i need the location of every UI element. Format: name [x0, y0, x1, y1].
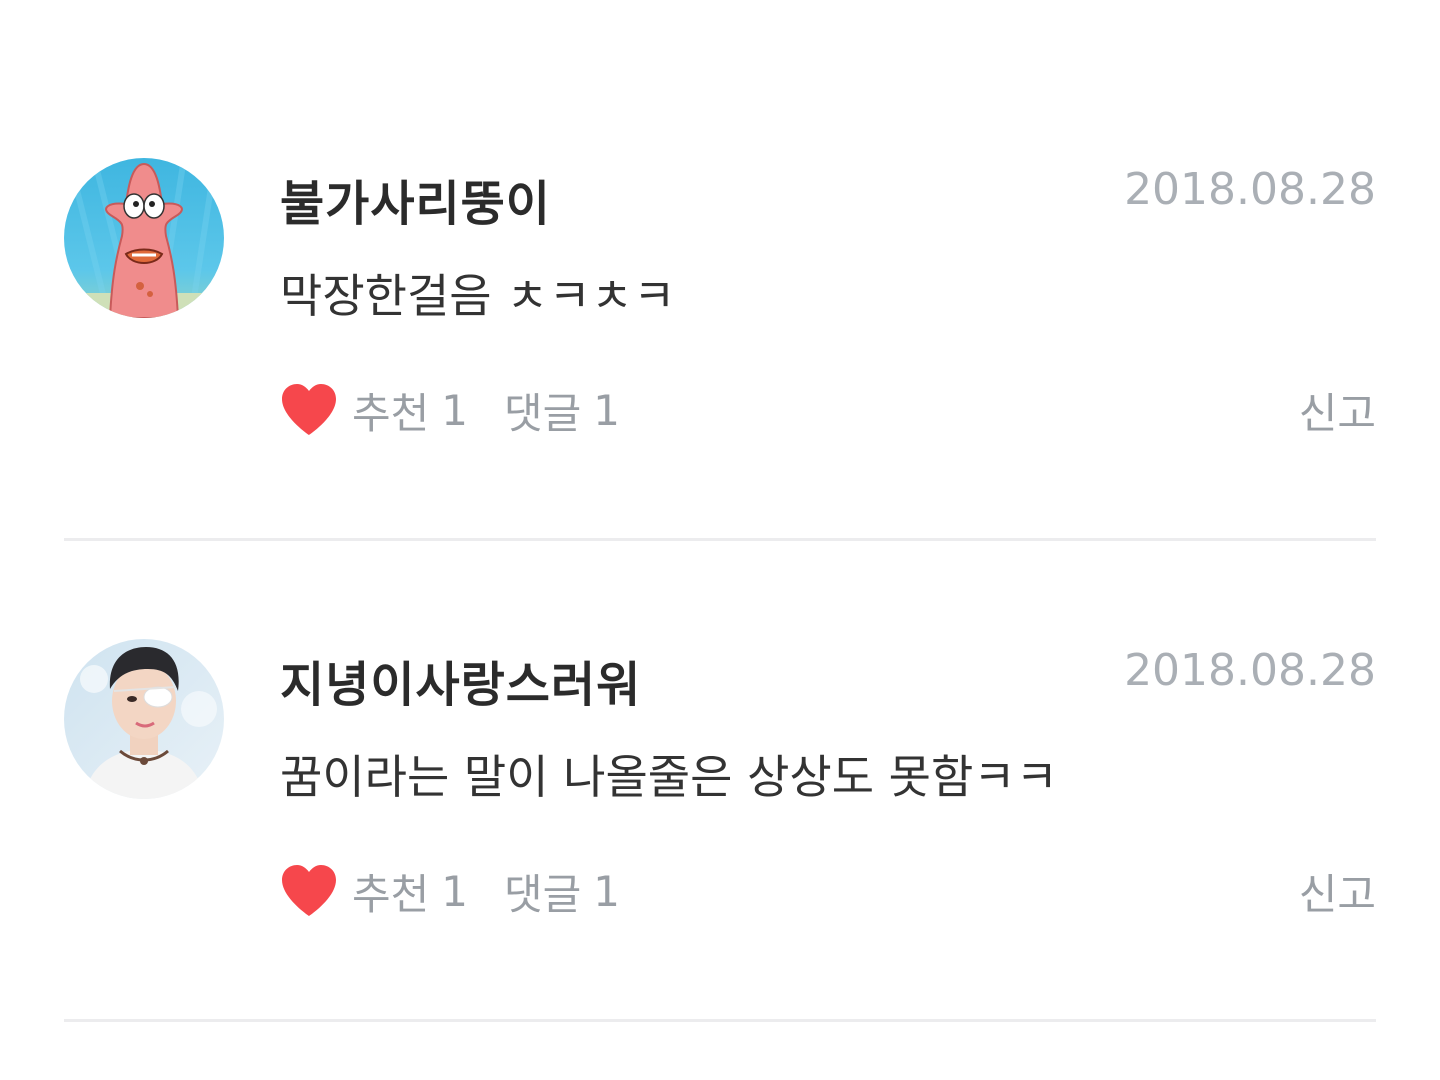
comment-text: 꿈이라는 말이 나올줄은 상상도 못함ㅋㅋ [280, 750, 1058, 804]
divider [64, 1019, 1376, 1022]
report-button[interactable]: 신고 [1299, 861, 1376, 922]
reply-button[interactable]: 댓글 1 [504, 380, 620, 441]
like-count: 1 [441, 385, 469, 435]
user-nickname[interactable]: 지녕이사랑스러워 [280, 645, 641, 715]
reply-label: 댓글 [504, 869, 582, 919]
like-count: 1 [441, 866, 469, 916]
like-button[interactable]: 추천 [352, 380, 429, 441]
comment-item: 지녕이사랑스러워 2018.08.28 꿈이라는 말이 나올줄은 상상도 못함ㅋ… [0, 541, 1440, 1021]
user-avatar[interactable] [64, 639, 224, 799]
like-button[interactable]: 추천 [352, 861, 429, 922]
comment-item: 불가사리뚱이 2018.08.28 막장한걸음 ㅊㅋㅊㅋ 추천 1 댓글 1 신… [0, 60, 1440, 540]
person-photo-avatar-icon [64, 639, 224, 799]
reply-button[interactable]: 댓글 1 [504, 861, 620, 922]
user-nickname[interactable]: 불가사리뚱이 [280, 164, 551, 234]
patrick-star-avatar-icon [64, 158, 224, 318]
comment-date: 2018.08.28 [1124, 164, 1376, 215]
comment-date: 2018.08.28 [1124, 645, 1376, 696]
reply-count: 1 [593, 866, 621, 916]
heart-icon[interactable] [280, 864, 338, 918]
report-button[interactable]: 신고 [1299, 380, 1376, 441]
user-avatar[interactable] [64, 158, 224, 318]
reply-label: 댓글 [504, 388, 582, 438]
heart-icon[interactable] [280, 383, 338, 437]
comment-actions: 추천 1 댓글 1 [280, 861, 620, 921]
comment-text: 막장한걸음 ㅊㅋㅊㅋ [280, 269, 676, 323]
reply-count: 1 [593, 385, 621, 435]
comment-actions: 추천 1 댓글 1 [280, 380, 620, 440]
